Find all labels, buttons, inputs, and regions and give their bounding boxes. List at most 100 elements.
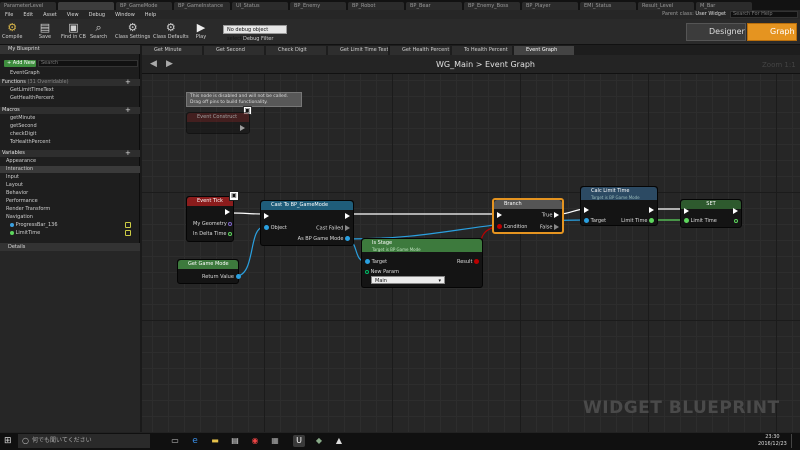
- find-in-cb-button[interactable]: ▣ Find in CB: [61, 21, 86, 43]
- variable-category[interactable]: Render Transform: [0, 206, 140, 213]
- save-button[interactable]: ▤ Save: [38, 21, 52, 43]
- exec-pin[interactable]: [554, 212, 559, 218]
- document-tab[interactable]: BP_Bear: [406, 2, 462, 10]
- visibility-toggle-icon[interactable]: [125, 230, 131, 236]
- class-defaults-button[interactable]: ⚙ Class Defaults: [153, 21, 189, 43]
- variable-category[interactable]: Interaction: [0, 166, 140, 173]
- menu-item-file[interactable]: File: [0, 12, 18, 18]
- document-tab[interactable]: BP_Robot: [348, 2, 404, 10]
- task-view-icon[interactable]: ▭: [169, 435, 181, 447]
- float-pin[interactable]: [734, 218, 738, 223]
- variable-item[interactable]: ProgressBar_136: [0, 222, 140, 229]
- exec-pin[interactable]: [225, 209, 230, 215]
- object-pin[interactable]: [365, 259, 370, 264]
- menu-item-help[interactable]: Help: [140, 12, 161, 18]
- branch-node[interactable]: Branch True Condition False: [492, 198, 564, 234]
- event-graph-item[interactable]: EventGraph: [0, 70, 140, 77]
- exec-pin[interactable]: [554, 224, 559, 230]
- app-icon[interactable]: ▦: [269, 435, 281, 447]
- details-tab[interactable]: Details: [0, 243, 140, 251]
- function-item[interactable]: GetHealthPercent: [0, 95, 140, 102]
- compile-button[interactable]: ⚙ Compile: [2, 21, 22, 43]
- calc-limit-time-node[interactable]: Calc Limit Time Target is BP Game Mode T…: [580, 186, 658, 226]
- document-tab[interactable]: [58, 2, 114, 10]
- document-tab[interactable]: BP_Enemy_Boss: [464, 2, 520, 10]
- macro-item[interactable]: checkDigit: [0, 131, 140, 138]
- variable-category[interactable]: Input: [0, 174, 140, 181]
- struct-pin[interactable]: [228, 221, 233, 226]
- add-new-button[interactable]: + Add New: [4, 60, 36, 67]
- menu-item-window[interactable]: Window: [110, 12, 140, 18]
- windows-start-icon[interactable]: ⊞: [4, 436, 12, 446]
- help-search-input[interactable]: Search For Help: [730, 11, 798, 18]
- exec-pin[interactable]: [345, 225, 350, 231]
- new-param-select[interactable]: Main ▾: [371, 276, 445, 284]
- graph-tab[interactable]: Event Graph: [514, 46, 574, 55]
- exec-pin[interactable]: [684, 208, 689, 214]
- graph-tab[interactable]: Get Second: [204, 46, 264, 55]
- unreal-engine-icon[interactable]: U: [293, 435, 305, 447]
- class-settings-button[interactable]: ⚙ Class Settings: [115, 21, 150, 43]
- variable-category[interactable]: Appearance: [0, 158, 140, 165]
- graph-mode-button[interactable]: Graph: [747, 23, 797, 41]
- enum-pin[interactable]: [365, 269, 369, 274]
- exec-pin[interactable]: [649, 207, 654, 213]
- document-tab[interactable]: BP_Enemy: [290, 2, 346, 10]
- search-button[interactable]: ⌕ Search: [90, 21, 107, 43]
- document-tab[interactable]: UI_Status: [232, 2, 288, 10]
- float-pin[interactable]: [649, 218, 654, 223]
- visibility-toggle-icon[interactable]: [125, 222, 131, 228]
- exec-pin[interactable]: [733, 208, 738, 214]
- bool-pin[interactable]: [497, 224, 502, 229]
- macros-header[interactable]: Macros: [0, 107, 140, 114]
- exec-pin[interactable]: [584, 207, 589, 213]
- graph-tab[interactable]: Get Limit Time Text: [328, 46, 388, 55]
- float-pin[interactable]: [684, 218, 689, 223]
- event-construct-node[interactable]: Event Construct: [186, 112, 250, 134]
- variable-item[interactable]: LimitTime: [0, 230, 140, 237]
- exec-pin[interactable]: [240, 125, 245, 131]
- play-button[interactable]: ▶ Play: [194, 21, 208, 43]
- document-tab[interactable]: BP_GameInstance: [174, 2, 230, 10]
- graph-tab[interactable]: Check Digit: [266, 46, 326, 55]
- macro-item[interactable]: getSecond: [0, 123, 140, 130]
- variable-category[interactable]: Navigation: [0, 214, 140, 221]
- float-pin[interactable]: [228, 231, 232, 236]
- object-pin[interactable]: [235, 274, 241, 279]
- object-pin[interactable]: [584, 218, 589, 223]
- menu-item-debug[interactable]: Debug: [84, 12, 110, 18]
- functions-header[interactable]: Functions (31 Overridable): [0, 79, 140, 86]
- document-tab[interactable]: BP_Player: [522, 2, 578, 10]
- debug-object-select[interactable]: No debug object selected: [223, 25, 287, 42]
- cast-to-bp-gamemode-node[interactable]: Cast To BP_GameMode Object Cast Failed A…: [260, 200, 354, 246]
- graph-tab[interactable]: To Health Percent: [452, 46, 512, 55]
- set-limit-time-node[interactable]: SET Limit Time: [680, 199, 742, 228]
- edge-icon[interactable]: e: [189, 435, 201, 447]
- graph-tab[interactable]: Get Health Percent: [390, 46, 450, 55]
- graph-tab[interactable]: Get Minute: [142, 46, 202, 55]
- photos-icon[interactable]: ▲: [333, 435, 345, 447]
- store-icon[interactable]: ▤: [229, 435, 241, 447]
- document-tab[interactable]: BP_GameMode: [116, 2, 172, 10]
- chrome-icon[interactable]: ◉: [249, 435, 261, 447]
- explorer-icon[interactable]: ▬: [209, 435, 221, 447]
- back-arrow-icon[interactable]: ◀: [150, 59, 157, 69]
- breakpoint-icon[interactable]: ▣: [229, 191, 239, 201]
- get-game-mode-node[interactable]: Get Game Mode Return Value: [177, 259, 241, 284]
- macro-item[interactable]: getMinute: [0, 115, 140, 122]
- variable-category[interactable]: Performance: [0, 198, 140, 205]
- app-icon[interactable]: ◆: [313, 435, 325, 447]
- bool-pin[interactable]: [474, 259, 479, 264]
- document-tab[interactable]: ParameterLevel: [0, 2, 56, 10]
- document-tab[interactable]: EMI_Status: [580, 2, 636, 10]
- blueprint-search-input[interactable]: Search: [38, 60, 138, 67]
- document-tab[interactable]: Result_Level: [638, 2, 694, 10]
- document-tab[interactable]: M_Bar: [696, 2, 752, 10]
- designer-mode-button[interactable]: Designer: [686, 23, 746, 41]
- menu-item-asset[interactable]: Asset: [38, 12, 62, 18]
- macro-item[interactable]: ToHealthPercent: [0, 139, 140, 146]
- forward-arrow-icon[interactable]: ▶: [166, 59, 173, 69]
- variables-header[interactable]: Variables: [0, 150, 140, 157]
- object-pin[interactable]: [264, 225, 269, 230]
- exec-pin[interactable]: [497, 212, 502, 218]
